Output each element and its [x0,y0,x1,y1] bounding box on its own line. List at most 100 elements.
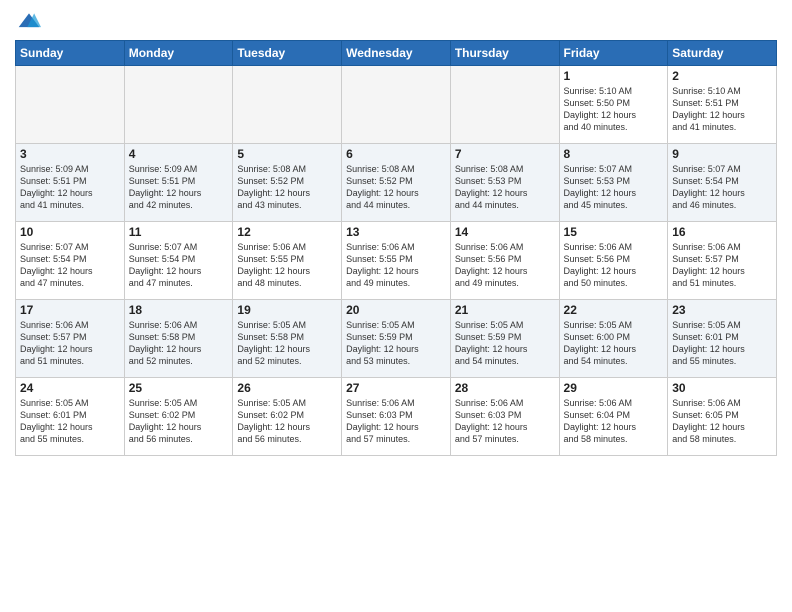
day-number: 16 [672,225,772,239]
logo [15,10,43,34]
day-number: 17 [20,303,120,317]
day-number: 5 [237,147,337,161]
day-number: 23 [672,303,772,317]
calendar-cell [233,66,342,144]
week-row-5: 24 Sunrise: 5:05 AMSunset: 6:01 PMDayligh… [16,378,777,456]
calendar-cell: 15 Sunrise: 5:06 AMSunset: 5:56 PMDayligh… [559,222,668,300]
day-info: Sunrise: 5:09 AMSunset: 5:51 PMDaylight:… [20,163,120,212]
day-number: 2 [672,69,772,83]
calendar-cell: 9 Sunrise: 5:07 AMSunset: 5:54 PMDaylight… [668,144,777,222]
day-number: 9 [672,147,772,161]
calendar-cell: 17 Sunrise: 5:06 AMSunset: 5:57 PMDayligh… [16,300,125,378]
day-info: Sunrise: 5:05 AMSunset: 6:01 PMDaylight:… [20,397,120,446]
day-info: Sunrise: 5:07 AMSunset: 5:54 PMDaylight:… [20,241,120,290]
calendar-cell [16,66,125,144]
calendar-cell: 28 Sunrise: 5:06 AMSunset: 6:03 PMDayligh… [450,378,559,456]
day-info: Sunrise: 5:06 AMSunset: 5:55 PMDaylight:… [237,241,337,290]
day-info: Sunrise: 5:06 AMSunset: 6:03 PMDaylight:… [346,397,446,446]
calendar-cell: 25 Sunrise: 5:05 AMSunset: 6:02 PMDayligh… [124,378,233,456]
calendar-cell: 27 Sunrise: 5:06 AMSunset: 6:03 PMDayligh… [342,378,451,456]
weekday-friday: Friday [559,41,668,66]
week-row-2: 3 Sunrise: 5:09 AMSunset: 5:51 PMDaylight… [16,144,777,222]
calendar-cell [450,66,559,144]
logo-icon [17,10,41,34]
day-number: 15 [564,225,664,239]
day-info: Sunrise: 5:06 AMSunset: 5:56 PMDaylight:… [564,241,664,290]
calendar-cell: 5 Sunrise: 5:08 AMSunset: 5:52 PMDaylight… [233,144,342,222]
day-number: 10 [20,225,120,239]
day-info: Sunrise: 5:05 AMSunset: 5:59 PMDaylight:… [346,319,446,368]
calendar-cell: 22 Sunrise: 5:05 AMSunset: 6:00 PMDayligh… [559,300,668,378]
day-info: Sunrise: 5:05 AMSunset: 6:00 PMDaylight:… [564,319,664,368]
calendar-cell: 2 Sunrise: 5:10 AMSunset: 5:51 PMDaylight… [668,66,777,144]
day-info: Sunrise: 5:07 AMSunset: 5:53 PMDaylight:… [564,163,664,212]
week-row-3: 10 Sunrise: 5:07 AMSunset: 5:54 PMDayligh… [16,222,777,300]
day-info: Sunrise: 5:05 AMSunset: 6:02 PMDaylight:… [237,397,337,446]
day-number: 22 [564,303,664,317]
day-info: Sunrise: 5:08 AMSunset: 5:52 PMDaylight:… [346,163,446,212]
calendar-cell: 19 Sunrise: 5:05 AMSunset: 5:58 PMDayligh… [233,300,342,378]
day-number: 27 [346,381,446,395]
calendar-cell: 6 Sunrise: 5:08 AMSunset: 5:52 PMDaylight… [342,144,451,222]
logo-area [15,10,43,34]
day-info: Sunrise: 5:06 AMSunset: 5:55 PMDaylight:… [346,241,446,290]
calendar-cell: 21Sunrise: 5:05 AMSunset: 5:59 PMDayligh… [450,300,559,378]
day-info: Sunrise: 5:05 AMSunset: 6:02 PMDaylight:… [129,397,229,446]
weekday-monday: Monday [124,41,233,66]
day-number: 1 [564,69,664,83]
day-number: 8 [564,147,664,161]
calendar-cell: 4 Sunrise: 5:09 AMSunset: 5:51 PMDaylight… [124,144,233,222]
weekday-saturday: Saturday [668,41,777,66]
day-number: 3 [20,147,120,161]
day-number: 30 [672,381,772,395]
day-info: Sunrise: 5:06 AMSunset: 6:04 PMDaylight:… [564,397,664,446]
calendar-cell: 24 Sunrise: 5:05 AMSunset: 6:01 PMDayligh… [16,378,125,456]
day-number: 11 [129,225,229,239]
day-info: Sunrise: 5:05 AMSunset: 5:58 PMDaylight:… [237,319,337,368]
day-info: Sunrise: 5:10 AMSunset: 5:50 PMDaylight:… [564,85,664,134]
day-number: 7 [455,147,555,161]
day-number: 19 [237,303,337,317]
calendar-body: 1 Sunrise: 5:10 AMSunset: 5:50 PMDaylight… [16,66,777,456]
day-info: Sunrise: 5:07 AMSunset: 5:54 PMDaylight:… [672,163,772,212]
calendar-cell: 26 Sunrise: 5:05 AMSunset: 6:02 PMDayligh… [233,378,342,456]
day-info: Sunrise: 5:06 AMSunset: 5:56 PMDaylight:… [455,241,555,290]
day-info: Sunrise: 5:09 AMSunset: 5:51 PMDaylight:… [129,163,229,212]
calendar-cell: 10 Sunrise: 5:07 AMSunset: 5:54 PMDayligh… [16,222,125,300]
calendar-cell: 13Sunrise: 5:06 AMSunset: 5:55 PMDayligh… [342,222,451,300]
calendar-table: SundayMondayTuesdayWednesdayThursdayFrid… [15,40,777,456]
day-number: 4 [129,147,229,161]
header [15,10,777,34]
calendar-cell: 7 Sunrise: 5:08 AMSunset: 5:53 PMDaylight… [450,144,559,222]
day-number: 29 [564,381,664,395]
calendar-cell: 14Sunrise: 5:06 AMSunset: 5:56 PMDayligh… [450,222,559,300]
day-info: Sunrise: 5:05 AMSunset: 6:01 PMDaylight:… [672,319,772,368]
calendar-cell [124,66,233,144]
weekday-header: SundayMondayTuesdayWednesdayThursdayFrid… [16,41,777,66]
day-info: Sunrise: 5:08 AMSunset: 5:52 PMDaylight:… [237,163,337,212]
day-info: Sunrise: 5:06 AMSunset: 6:03 PMDaylight:… [455,397,555,446]
day-number: 18 [129,303,229,317]
calendar-cell: 3 Sunrise: 5:09 AMSunset: 5:51 PMDaylight… [16,144,125,222]
week-row-1: 1 Sunrise: 5:10 AMSunset: 5:50 PMDaylight… [16,66,777,144]
day-number: 12 [237,225,337,239]
page: SundayMondayTuesdayWednesdayThursdayFrid… [0,0,792,612]
day-info: Sunrise: 5:07 AMSunset: 5:54 PMDaylight:… [129,241,229,290]
day-info: Sunrise: 5:08 AMSunset: 5:53 PMDaylight:… [455,163,555,212]
day-info: Sunrise: 5:06 AMSunset: 6:05 PMDaylight:… [672,397,772,446]
day-info: Sunrise: 5:06 AMSunset: 5:58 PMDaylight:… [129,319,229,368]
day-info: Sunrise: 5:06 AMSunset: 5:57 PMDaylight:… [20,319,120,368]
day-info: Sunrise: 5:10 AMSunset: 5:51 PMDaylight:… [672,85,772,134]
day-number: 24 [20,381,120,395]
day-number: 6 [346,147,446,161]
calendar-cell: 11 Sunrise: 5:07 AMSunset: 5:54 PMDayligh… [124,222,233,300]
day-number: 28 [455,381,555,395]
day-number: 25 [129,381,229,395]
calendar-cell: 20Sunrise: 5:05 AMSunset: 5:59 PMDayligh… [342,300,451,378]
weekday-tuesday: Tuesday [233,41,342,66]
week-row-4: 17 Sunrise: 5:06 AMSunset: 5:57 PMDayligh… [16,300,777,378]
day-number: 26 [237,381,337,395]
calendar-cell: 1 Sunrise: 5:10 AMSunset: 5:50 PMDaylight… [559,66,668,144]
day-info: Sunrise: 5:05 AMSunset: 5:59 PMDaylight:… [455,319,555,368]
weekday-sunday: Sunday [16,41,125,66]
